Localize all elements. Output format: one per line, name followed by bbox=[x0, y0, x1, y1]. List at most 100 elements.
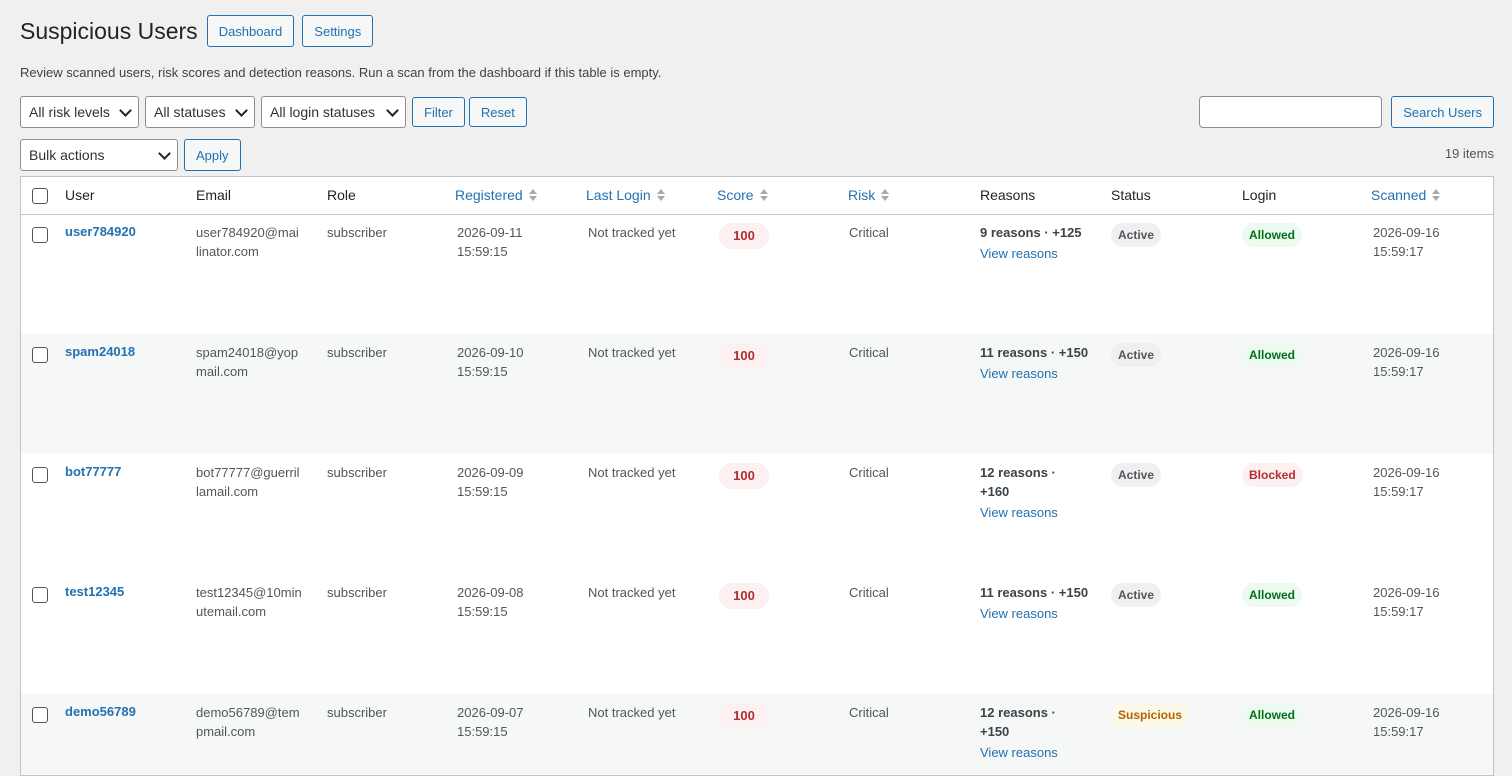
role-cell: subscriber bbox=[327, 225, 387, 240]
column-header-registered[interactable]: Registered bbox=[455, 177, 537, 214]
user-link[interactable]: user784920 bbox=[65, 222, 136, 241]
view-reasons-link[interactable]: View reasons bbox=[980, 364, 1100, 383]
column-header-status: Status bbox=[1111, 187, 1151, 203]
row-checkbox[interactable] bbox=[32, 467, 48, 483]
risk-level-select[interactable]: All risk levels bbox=[20, 96, 139, 128]
reset-button[interactable]: Reset bbox=[468, 97, 527, 127]
scanned-cell: 2026-09-16 15:59:17 bbox=[1373, 703, 1440, 741]
column-header-last-login-label: Last Login bbox=[586, 187, 651, 203]
search-input[interactable] bbox=[1199, 96, 1383, 128]
email-line-2: pmail.com bbox=[196, 724, 256, 739]
table-row: spam24018 spam24018@yop mail.com subscrib… bbox=[21, 334, 1493, 454]
table-header: User Email Role Registered Last Login Sc… bbox=[21, 177, 1493, 215]
table-row: user784920 user784920@mai linator.com sub… bbox=[21, 214, 1493, 334]
reasons-summary-cont: +150 bbox=[980, 724, 1010, 739]
apply-button[interactable]: Apply bbox=[184, 139, 241, 171]
table-row: bot77777 bot77777@guerril lamail.com subs… bbox=[21, 454, 1493, 574]
user-link[interactable]: spam24018 bbox=[65, 342, 135, 361]
login-badge: Allowed bbox=[1242, 703, 1303, 727]
chevron-down-icon bbox=[158, 146, 171, 160]
table-row: test12345 test12345@10min utemail.com sub… bbox=[21, 574, 1493, 694]
login-status-select[interactable]: All login statuses bbox=[261, 96, 406, 128]
settings-button[interactable]: Settings bbox=[302, 15, 374, 47]
email-cell: spam24018@yop mail.com bbox=[196, 343, 298, 381]
reasons-cell: 11 reasons · +150 View reasons bbox=[980, 343, 1100, 383]
reasons-cell: 12 reasons · +150 View reasons bbox=[980, 703, 1100, 762]
registered-cell: 2026-09-07 15:59:15 bbox=[457, 703, 524, 741]
registered-time: 15:59:15 bbox=[457, 364, 508, 379]
sort-icon bbox=[1432, 188, 1441, 202]
reasons-summary-cont: +160 bbox=[980, 484, 1010, 499]
chevron-down-icon bbox=[235, 103, 248, 117]
column-header-score[interactable]: Score bbox=[717, 177, 768, 214]
column-header-scanned[interactable]: Scanned bbox=[1371, 177, 1441, 214]
reasons-cell: 12 reasons · +160 View reasons bbox=[980, 463, 1100, 522]
registered-date: 2026-09-08 bbox=[457, 585, 524, 600]
scanned-time: 15:59:17 bbox=[1373, 364, 1424, 379]
search-users-button[interactable]: Search Users bbox=[1391, 96, 1494, 128]
risk-cell: Critical bbox=[849, 345, 889, 360]
chevron-down-icon bbox=[386, 103, 399, 117]
bulk-actions-select[interactable]: Bulk actions bbox=[20, 139, 178, 171]
column-header-risk-label: Risk bbox=[848, 187, 876, 203]
status-badge: Active bbox=[1111, 223, 1162, 247]
filter-button[interactable]: Filter bbox=[412, 97, 465, 127]
role-cell: subscriber bbox=[327, 585, 387, 600]
email-line-1: spam24018@yop bbox=[196, 345, 299, 360]
bulk-actions-bar: Bulk actions Apply bbox=[20, 139, 249, 171]
row-checkbox[interactable] bbox=[32, 347, 48, 363]
reasons-summary: 9 reasons · +125 bbox=[980, 225, 1082, 240]
column-header-reasons: Reasons bbox=[980, 187, 1036, 203]
status-select-value: All statuses bbox=[154, 104, 226, 120]
user-link[interactable]: demo56789 bbox=[65, 702, 136, 721]
reasons-cell: 11 reasons · +150 View reasons bbox=[980, 583, 1100, 623]
scanned-time: 15:59:17 bbox=[1373, 604, 1424, 619]
column-header-last-login[interactable]: Last Login bbox=[586, 177, 665, 214]
scanned-date: 2026-09-16 bbox=[1373, 345, 1440, 360]
column-header-scanned-label: Scanned bbox=[1371, 187, 1427, 203]
select-all-checkbox[interactable] bbox=[32, 188, 48, 204]
scanned-cell: 2026-09-16 15:59:17 bbox=[1373, 463, 1440, 501]
table-row: demo56789 demo56789@tem pmail.com subscri… bbox=[21, 694, 1493, 775]
email-line-2: lamail.com bbox=[196, 484, 259, 499]
view-reasons-link[interactable]: View reasons bbox=[980, 604, 1100, 623]
view-reasons-link[interactable]: View reasons bbox=[980, 743, 1100, 762]
last-login-cell: Not tracked yet bbox=[588, 345, 676, 360]
scanned-date: 2026-09-16 bbox=[1373, 225, 1440, 240]
login-badge: Allowed bbox=[1242, 223, 1303, 247]
reasons-summary: 11 reasons · +150 bbox=[980, 585, 1089, 600]
status-select[interactable]: All statuses bbox=[145, 96, 255, 128]
column-header-risk[interactable]: Risk bbox=[848, 177, 890, 214]
sort-icon bbox=[881, 188, 890, 202]
role-cell: subscriber bbox=[327, 345, 387, 360]
status-badge: Active bbox=[1111, 463, 1162, 487]
risk-level-select-value: All risk levels bbox=[29, 104, 110, 120]
score-badge: 100 bbox=[719, 223, 769, 249]
email-line-1: bot77777@guerril bbox=[196, 465, 300, 480]
registered-cell: 2026-09-08 15:59:15 bbox=[457, 583, 524, 621]
column-header-score-label: Score bbox=[717, 187, 754, 203]
sort-icon bbox=[759, 188, 768, 202]
scanned-date: 2026-09-16 bbox=[1373, 705, 1440, 720]
status-badge: Active bbox=[1111, 343, 1162, 367]
column-header-registered-label: Registered bbox=[455, 187, 523, 203]
filter-bar: All risk levels All statuses All login s… bbox=[20, 96, 535, 128]
login-badge: Blocked bbox=[1242, 463, 1303, 487]
sort-icon bbox=[528, 188, 537, 202]
view-reasons-link[interactable]: View reasons bbox=[980, 503, 1100, 522]
reasons-summary: 12 reasons · bbox=[980, 705, 1056, 720]
dashboard-button[interactable]: Dashboard bbox=[206, 15, 295, 47]
registered-cell: 2026-09-10 15:59:15 bbox=[457, 343, 524, 381]
row-checkbox[interactable] bbox=[32, 587, 48, 603]
view-reasons-link[interactable]: View reasons bbox=[980, 244, 1100, 263]
registered-cell: 2026-09-09 15:59:15 bbox=[457, 463, 524, 501]
last-login-cell: Not tracked yet bbox=[588, 465, 676, 480]
user-link[interactable]: bot77777 bbox=[65, 462, 121, 481]
row-checkbox[interactable] bbox=[32, 227, 48, 243]
row-checkbox[interactable] bbox=[32, 707, 48, 723]
user-link[interactable]: test12345 bbox=[65, 582, 124, 601]
column-header-role: Role bbox=[327, 187, 356, 203]
role-cell: subscriber bbox=[327, 465, 387, 480]
bulk-actions-select-value: Bulk actions bbox=[29, 147, 105, 163]
page-description: Review scanned users, risk scores and de… bbox=[20, 65, 662, 80]
